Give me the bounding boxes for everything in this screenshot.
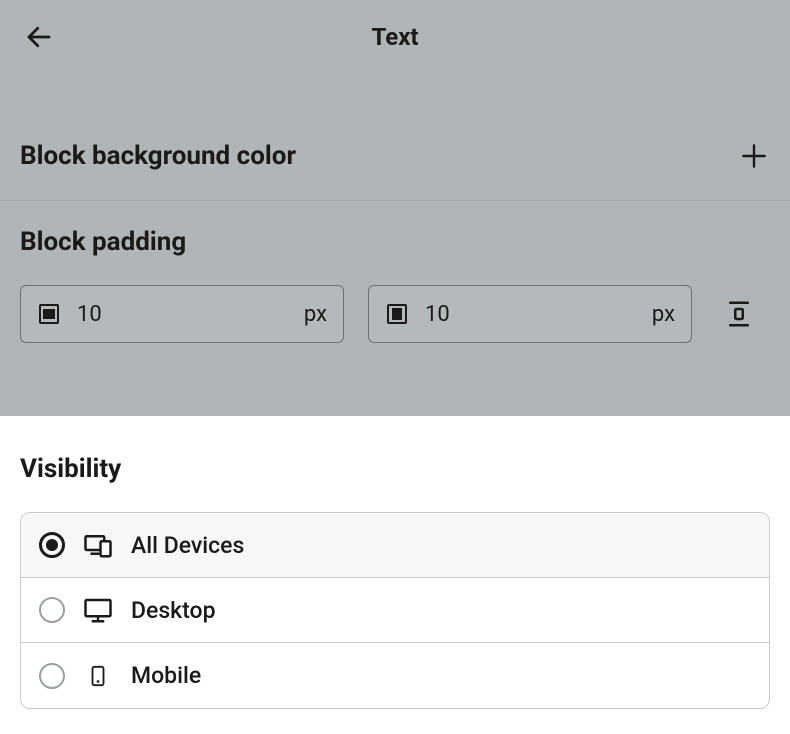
block-background-row[interactable]: Block background color — [0, 112, 790, 201]
desktop-icon — [83, 595, 113, 625]
header: Text — [0, 0, 790, 74]
visibility-option-mobile[interactable]: Mobile — [21, 643, 769, 708]
padding-vertical-icon — [37, 302, 61, 326]
visibility-option-desktop[interactable]: Desktop — [21, 578, 769, 643]
block-background-label: Block background color — [20, 141, 296, 171]
block-padding-section: Block padding 10 px — [0, 201, 790, 373]
padding-horizontal-unit: px — [652, 302, 675, 327]
plus-icon[interactable] — [738, 140, 770, 172]
radio-desktop[interactable] — [39, 597, 65, 623]
visibility-option-label: Desktop — [131, 597, 216, 624]
padding-vertical-input[interactable]: 10 px — [20, 285, 344, 343]
visibility-label: Visibility — [20, 454, 770, 484]
padding-vertical-value: 10 — [77, 302, 304, 327]
page-title: Text — [371, 23, 418, 51]
all-devices-icon — [83, 530, 113, 560]
padding-horizontal-icon — [385, 302, 409, 326]
visibility-option-label: Mobile — [131, 662, 201, 689]
padding-horizontal-value: 10 — [425, 302, 652, 327]
padding-horizontal-input[interactable]: 10 px — [368, 285, 692, 343]
padding-lock-icon[interactable] — [724, 299, 754, 329]
back-icon[interactable] — [24, 22, 54, 52]
visibility-option-label: All Devices — [131, 532, 244, 559]
visibility-section: Visibility All Devices Des — [0, 416, 790, 709]
padding-vertical-unit: px — [304, 302, 327, 327]
radio-mobile[interactable] — [39, 663, 65, 689]
visibility-option-all[interactable]: All Devices — [21, 513, 769, 578]
visibility-list: All Devices Desktop Mobile — [20, 512, 770, 709]
radio-all-devices[interactable] — [39, 532, 65, 558]
mobile-icon — [83, 662, 113, 690]
block-padding-label: Block padding — [20, 227, 770, 257]
